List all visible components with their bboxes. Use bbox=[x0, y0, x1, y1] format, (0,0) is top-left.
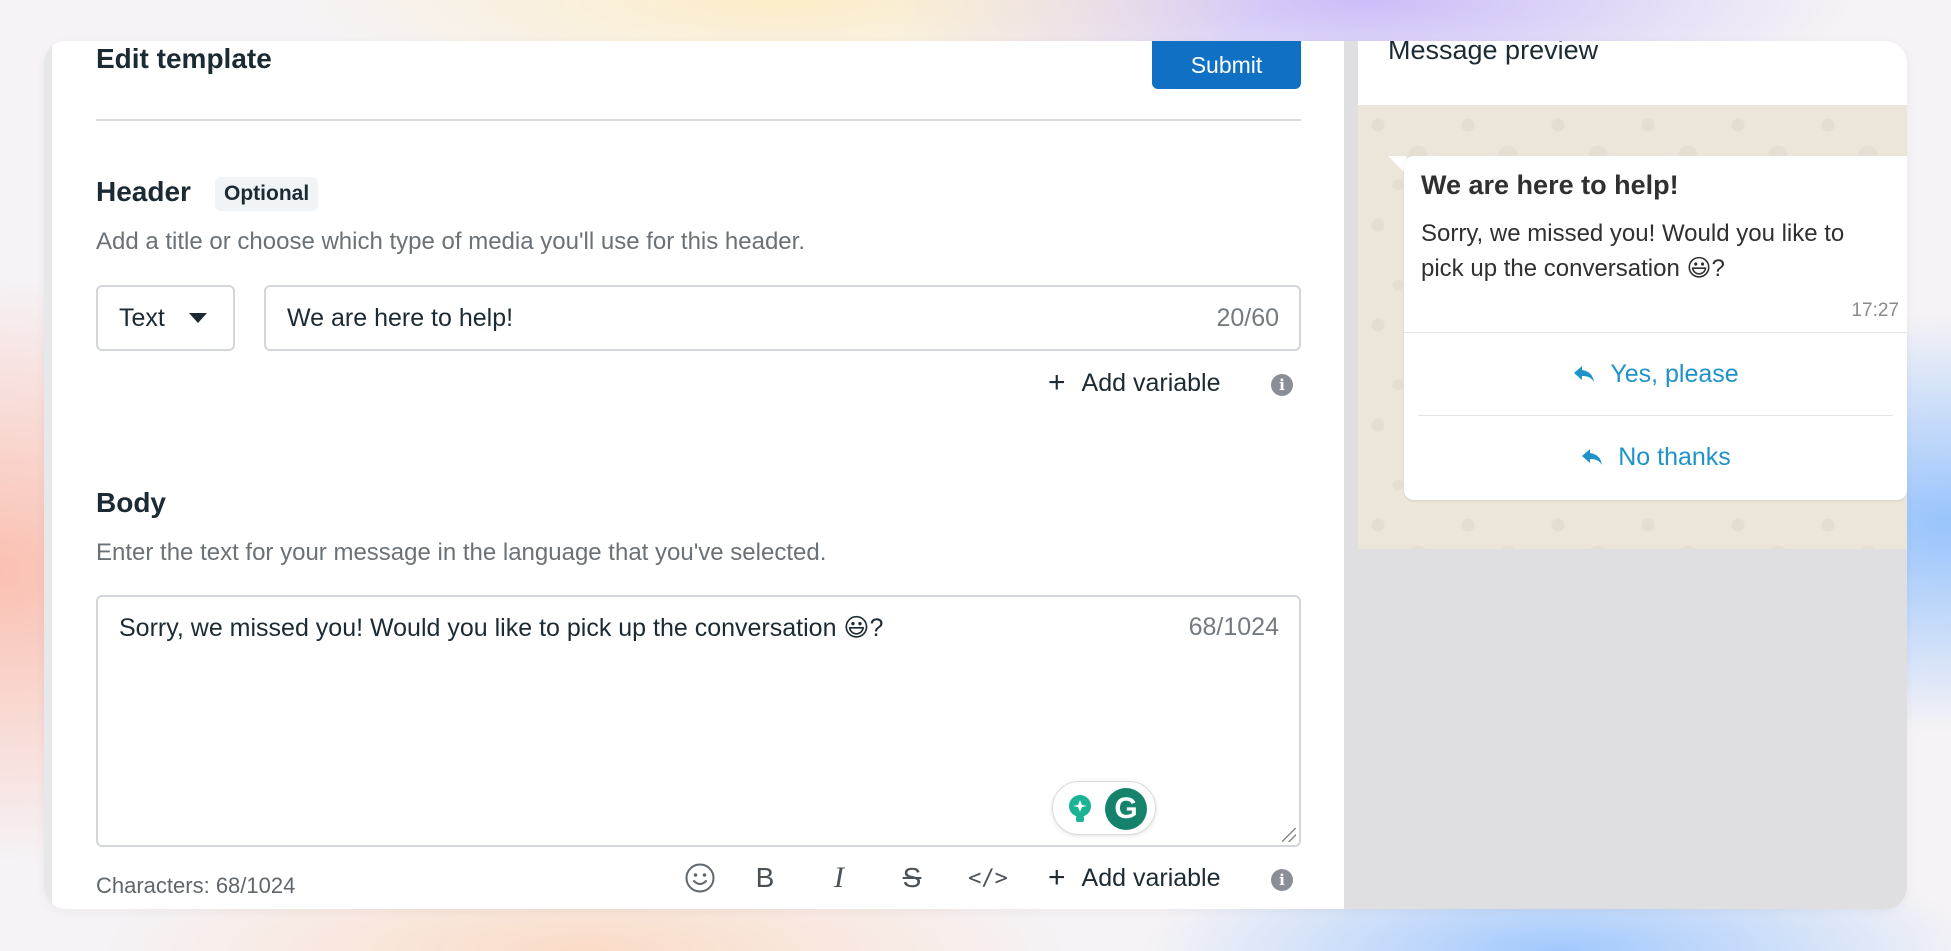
optional-badge: Optional bbox=[215, 177, 319, 211]
submit-button[interactable]: Submit bbox=[1152, 41, 1301, 89]
body-info-icon[interactable]: i bbox=[1271, 869, 1293, 891]
smiley-icon[interactable] bbox=[683, 861, 717, 895]
message-body: Sorry, we missed you! Would you like to … bbox=[1421, 220, 1845, 282]
body-section-title: Body bbox=[96, 487, 166, 518]
code-button[interactable]: </> bbox=[965, 861, 1011, 895]
template-editor-window: Edit template Submit Header Optional Add… bbox=[44, 41, 1907, 909]
header-type-value: Text bbox=[119, 303, 165, 332]
body-help-text: Enter the text for your message in the l… bbox=[96, 539, 827, 566]
editor-pane: Edit template Submit Header Optional Add… bbox=[44, 41, 1344, 909]
message-title: We are here to help! bbox=[1421, 170, 1679, 200]
message-bubble: We are here to help! Sorry, we missed yo… bbox=[1404, 156, 1907, 500]
page-title: Edit template bbox=[96, 43, 272, 74]
lightbulb-icon[interactable] bbox=[1065, 794, 1095, 824]
resize-handle-icon[interactable] bbox=[1282, 828, 1296, 842]
header-add-variable-label: Add variable bbox=[1081, 368, 1221, 397]
header-info-icon[interactable]: i bbox=[1271, 374, 1293, 396]
plus-icon: + bbox=[1048, 861, 1066, 894]
header-section-title: Header bbox=[96, 176, 191, 207]
quick-reply-yes[interactable]: Yes, please bbox=[1404, 333, 1907, 415]
preview-title: Message preview bbox=[1388, 41, 1599, 65]
strikethrough-button[interactable]: S bbox=[897, 861, 927, 895]
characters-count: Characters: 68/1024 bbox=[96, 873, 296, 898]
header-text-input[interactable]: We are here to help! 20/60 bbox=[264, 285, 1301, 351]
grammarly-icon[interactable]: G bbox=[1105, 788, 1147, 830]
grammarly-widget[interactable]: G bbox=[1052, 781, 1156, 835]
body-add-variable-button[interactable]: + Add variable bbox=[1048, 863, 1221, 893]
quick-reply-label: No thanks bbox=[1618, 442, 1731, 471]
body-char-counter: 68/1024 bbox=[1188, 613, 1279, 641]
title-divider bbox=[96, 119, 1301, 121]
left-edge-divider bbox=[44, 41, 52, 909]
reply-arrow-icon bbox=[1572, 364, 1596, 384]
header-add-variable-button[interactable]: + Add variable bbox=[1048, 368, 1221, 398]
header-text-value: We are here to help! bbox=[287, 304, 514, 332]
italic-button[interactable]: I bbox=[824, 861, 854, 895]
bold-button[interactable]: B bbox=[750, 861, 780, 895]
body-add-variable-label: Add variable bbox=[1081, 863, 1221, 892]
header-char-counter: 20/60 bbox=[1216, 304, 1279, 332]
reply-arrow-icon bbox=[1580, 447, 1604, 467]
header-help-text: Add a title or choose which type of medi… bbox=[96, 228, 805, 255]
body-text-value: Sorry, we missed you! Would you like to … bbox=[119, 614, 884, 642]
plus-icon: + bbox=[1048, 366, 1066, 399]
quick-reply-label: Yes, please bbox=[1610, 359, 1739, 388]
quick-reply-no[interactable]: No thanks bbox=[1404, 416, 1907, 498]
preview-header: Message preview bbox=[1358, 41, 1907, 105]
header-type-select[interactable]: Text bbox=[96, 285, 235, 351]
message-preview-pane: Message preview We are here to help! Sor… bbox=[1344, 41, 1907, 909]
caret-down-icon bbox=[189, 313, 207, 323]
message-time: 17:27 bbox=[1851, 300, 1899, 321]
